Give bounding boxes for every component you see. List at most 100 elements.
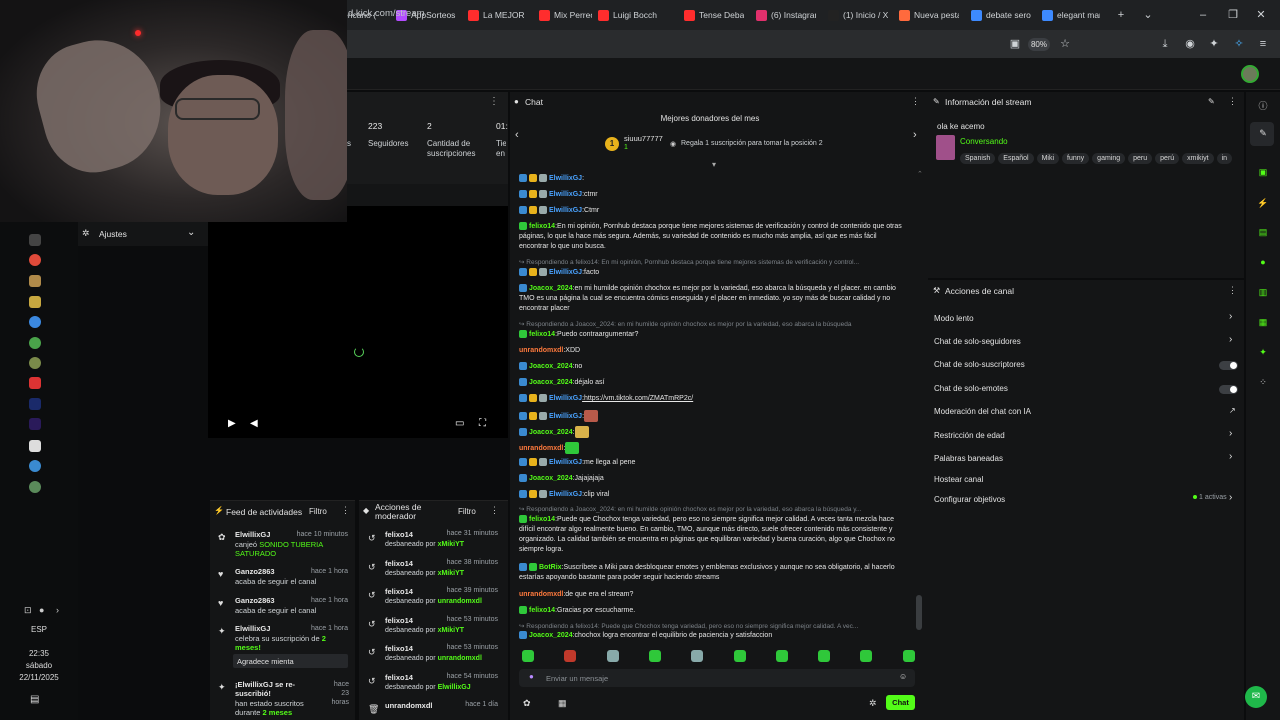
- app-icon[interactable]: [29, 316, 41, 328]
- scroll-up-icon[interactable]: ⌃: [917, 170, 923, 178]
- thank-button[interactable]: Agradece mienta: [233, 654, 348, 668]
- app-icon[interactable]: [29, 234, 41, 246]
- video-player[interactable]: [208, 206, 508, 438]
- app-icon[interactable]: [29, 337, 41, 349]
- collapse-icon[interactable]: ▾: [712, 160, 716, 169]
- browser-tab[interactable]: Mix Perreo 2: [539, 6, 592, 24]
- mod-target-user[interactable]: unrandomxdl: [385, 701, 433, 710]
- mod-actions-filter[interactable]: Filtro: [458, 507, 476, 516]
- emoji-icon[interactable]: ☺: [899, 672, 907, 681]
- chevron-right-icon[interactable]: ›: [1229, 334, 1232, 345]
- chat-username[interactable]: Joacox_2024: [529, 475, 573, 482]
- mod-name[interactable]: xMikiYT: [438, 541, 464, 548]
- chat-username[interactable]: ElwillixGJ: [549, 207, 582, 214]
- chat-username[interactable]: Joacox_2024: [529, 632, 573, 639]
- emote-shortcut-icon[interactable]: [522, 650, 534, 662]
- chat-username[interactable]: unrandomxdl: [519, 347, 563, 354]
- stream-tag[interactable]: funny: [1062, 153, 1090, 164]
- emote-shortcut-icon[interactable]: [691, 650, 704, 662]
- browser-tab[interactable]: Nueva pesta: [899, 6, 959, 24]
- chat-username[interactable]: ElwillixGJ: [549, 395, 582, 402]
- reply-preview[interactable]: ↪ Respondiendo a Joacox_2024: en mi humi…: [519, 505, 907, 513]
- browser-tab[interactable]: Tense Debat: [684, 6, 744, 24]
- mod-target-user[interactable]: felixo14: [385, 587, 413, 596]
- extensions-icon[interactable]: ✦: [1207, 37, 1221, 51]
- chat-username[interactable]: ElwillixGJ: [549, 191, 582, 198]
- feed-user[interactable]: ElwillixGJ: [235, 624, 305, 633]
- stream-tag[interactable]: perú: [1155, 153, 1180, 164]
- feed-user[interactable]: ElwillixGJ: [235, 530, 305, 539]
- new-tab-icon[interactable]: +: [1114, 8, 1128, 22]
- chat-username[interactable]: ElwillixGJ: [549, 491, 582, 498]
- users-icon[interactable]: ▥: [1257, 287, 1269, 299]
- mod-name[interactable]: ElwillixGJ: [438, 684, 471, 691]
- chat-username[interactable]: Joacox_2024: [529, 379, 573, 386]
- network-icon[interactable]: ⊡: [24, 605, 32, 616]
- url-field[interactable]: d.kick.com/stream: [348, 8, 425, 19]
- external-link-icon[interactable]: ↗: [1229, 406, 1236, 415]
- emote-shortcut-icon[interactable]: [860, 650, 873, 662]
- edge-icon[interactable]: [29, 460, 41, 472]
- chat-username[interactable]: ElwillixGJ: [549, 413, 582, 420]
- play-icon[interactable]: ▶: [228, 418, 236, 429]
- bookmark-star-icon[interactable]: ☆: [1058, 37, 1072, 51]
- edit-icon[interactable]: ✎: [1208, 97, 1215, 106]
- channel-action-item[interactable]: Modo lento: [934, 314, 974, 323]
- browser-tab[interactable]: debate sero(: [971, 6, 1031, 24]
- channel-action-item[interactable]: Configurar objetivos: [934, 495, 1005, 504]
- chat-username[interactable]: unrandomxdl: [519, 591, 563, 598]
- chat-username[interactable]: Joacox_2024: [529, 363, 573, 370]
- channel-action-item[interactable]: Palabras baneadas: [934, 454, 1003, 463]
- feed-user[interactable]: Ganzo2863: [235, 596, 305, 605]
- info-icon[interactable]: ⓘ: [1257, 99, 1269, 111]
- channel-action-item[interactable]: Restricción de edad: [934, 431, 1005, 440]
- volume-icon[interactable]: ◀: [250, 418, 258, 429]
- stream-tag[interactable]: gaming: [1092, 153, 1126, 164]
- emote-shortcut-icon[interactable]: [564, 650, 577, 662]
- minimize-icon[interactable]: –: [1196, 8, 1210, 22]
- bolt-icon[interactable]: ⚡: [1257, 198, 1269, 210]
- activity-feed-filter[interactable]: Filtro: [309, 507, 327, 516]
- chevron-down-icon[interactable]: ⌄: [187, 227, 195, 238]
- app-icon[interactable]: [29, 275, 41, 287]
- language-indicator[interactable]: ESP: [0, 625, 78, 634]
- notifications-icon[interactable]: ▤: [30, 694, 39, 705]
- chat-menu-icon[interactable]: ⋮: [911, 96, 920, 107]
- tab-list-chevron-icon[interactable]: ⌄: [1141, 8, 1155, 22]
- emote-shortcut-icon[interactable]: [606, 650, 619, 662]
- browser-tab[interactable]: La MEJOR C: [468, 6, 524, 24]
- mod-name[interactable]: xMikiYT: [438, 627, 464, 634]
- top-donor-name[interactable]: siuuu77777: [624, 134, 663, 143]
- chat-icon[interactable]: ●: [1257, 257, 1269, 269]
- reply-preview[interactable]: ↪ Respondiendo a Joacox_2024: en mi humi…: [519, 320, 907, 328]
- stream-tag[interactable]: Miki: [1036, 153, 1060, 164]
- stream-tag[interactable]: in: [1216, 153, 1233, 164]
- emote-shortcut-icon[interactable]: [775, 650, 788, 662]
- chat-username[interactable]: Joacox_2024: [529, 285, 573, 292]
- mod-target-user[interactable]: felixo14: [385, 616, 413, 625]
- mod-target-user[interactable]: felixo14: [385, 673, 413, 682]
- stream-tag[interactable]: peru: [1128, 153, 1153, 164]
- chat-username[interactable]: ElwillixGJ: [549, 269, 582, 276]
- mod-name[interactable]: unrandomxdl: [438, 655, 482, 662]
- channel-actions-menu-icon[interactable]: ⋮: [1228, 285, 1237, 296]
- extension-icon[interactable]: ✧: [1232, 37, 1246, 51]
- fullscreen-icon[interactable]: ⛶: [479, 418, 486, 429]
- chevron-right-icon[interactable]: ›: [1229, 492, 1232, 503]
- mod-actions-menu-icon[interactable]: ⋮: [490, 505, 499, 516]
- chevron-right-icon[interactable]: ›: [913, 129, 917, 141]
- more-icon[interactable]: ⁘: [1257, 377, 1269, 389]
- close-window-icon[interactable]: ✕: [1254, 8, 1268, 22]
- chevron-right-icon[interactable]: ›: [56, 605, 59, 615]
- calendar-icon[interactable]: ▦: [558, 698, 567, 709]
- chat-username[interactable]: ElwillixGJ: [549, 175, 582, 182]
- premiere-icon[interactable]: [29, 418, 41, 430]
- user-avatar[interactable]: [1241, 65, 1259, 83]
- help-icon[interactable]: ✉: [1245, 686, 1267, 708]
- chat-scrollbar[interactable]: [916, 595, 922, 630]
- app-icon[interactable]: [29, 377, 41, 389]
- zoom-indicator[interactable]: 80%: [1028, 38, 1050, 51]
- chat-username[interactable]: unrandomxdl: [519, 445, 563, 452]
- chevron-right-icon[interactable]: ›: [1229, 428, 1232, 439]
- account-icon[interactable]: ◉: [1183, 37, 1197, 51]
